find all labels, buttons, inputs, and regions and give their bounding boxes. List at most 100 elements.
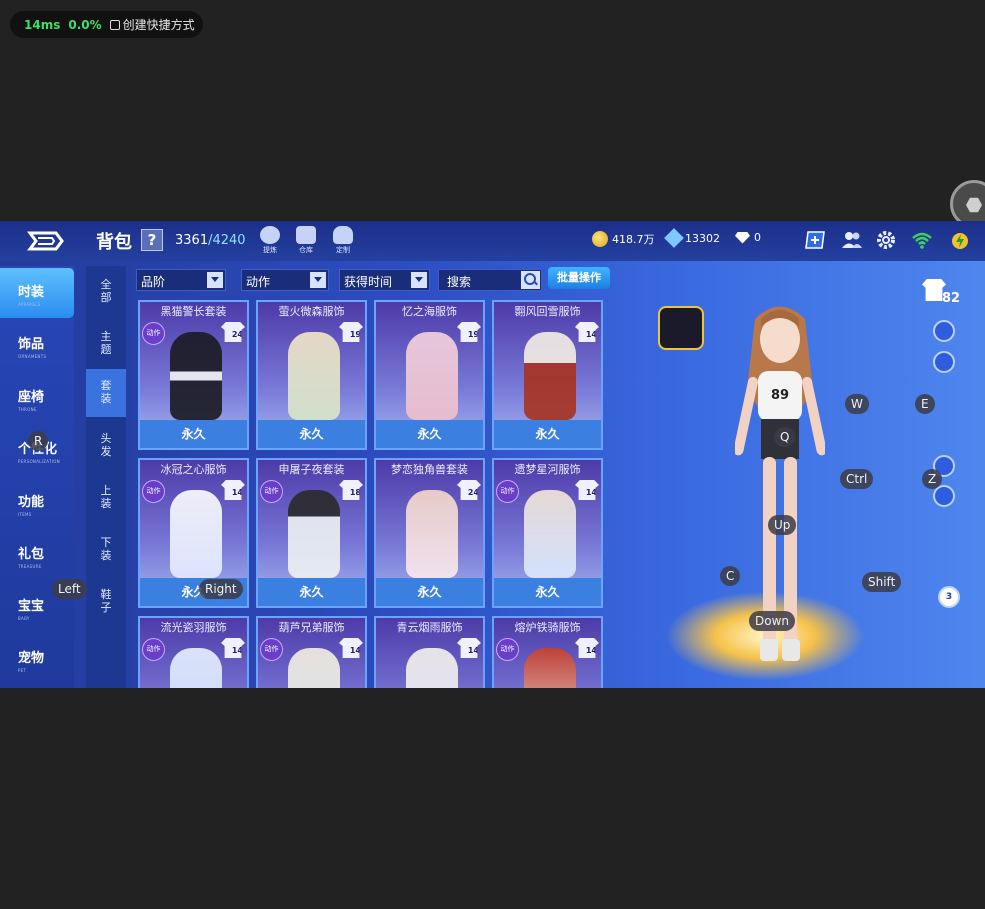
outfit-card[interactable]: 翾风回雪服饰 14 永久 — [492, 300, 603, 450]
outfit-preview — [288, 332, 340, 420]
tab-top[interactable]: 上装 — [99, 484, 113, 524]
pet-cat-avatar[interactable] — [658, 306, 704, 350]
nav-label: 宠物 — [18, 651, 45, 666]
diamond-icon — [735, 231, 750, 244]
outfit-name: 萤火微森服饰 — [278, 305, 345, 318]
nav-item-apparel[interactable]: 时装 APPARELS — [0, 268, 74, 318]
svg-text:89: 89 — [771, 388, 789, 403]
tab-suit[interactable]: 套装 — [86, 369, 126, 417]
shirt-level-icon: 14 — [221, 480, 245, 500]
search-icon[interactable] — [521, 271, 540, 289]
nav-item-treasure[interactable]: 礼包 TREASURE — [0, 530, 74, 580]
outfit-card[interactable]: 申屠子夜套装 动作 18 永久 — [256, 458, 367, 608]
outfit-card[interactable]: 忆之海服饰 19 永久 — [374, 300, 485, 450]
tab-bottom[interactable]: 下装 — [99, 536, 113, 576]
nav-sublabel: ORNAMENTS — [18, 354, 47, 359]
warehouse-icon — [296, 226, 316, 244]
outfit-name: 黑猫警长套装 — [160, 305, 227, 318]
search-input[interactable]: 搜索 — [438, 269, 542, 291]
tab-theme[interactable]: 主题 — [99, 330, 113, 370]
diamonds-display: 0 — [735, 231, 761, 244]
warehouse-button[interactable]: 仓库 — [293, 226, 319, 255]
subcategory-tabs: 全部 主题 套装 头发 上装 下装 鞋子 — [86, 266, 126, 688]
outfit-card[interactable]: 熔炉铁骑服饰 动作 14 — [492, 616, 603, 688]
add-currency-icon[interactable] — [804, 230, 826, 250]
key-label-down: Down — [749, 611, 796, 631]
warehouse-label: 仓库 — [299, 246, 313, 254]
outfit-preview — [406, 648, 458, 688]
game-viewport: 背包 ? 3361/4240 提炼 仓库 定制 418.7万 13302 0 时… — [0, 221, 985, 688]
key-label-up: Up — [768, 515, 797, 535]
capacity-used: 3361 — [175, 233, 209, 248]
shirt-level-icon: 14 — [221, 638, 245, 658]
wardrobe-slot-button[interactable]: 3 — [938, 586, 960, 608]
outfit-card[interactable]: 流光瓷羽服饰 动作 14 — [138, 616, 249, 688]
refine-label: 提炼 — [263, 246, 277, 254]
outfit-preview — [524, 490, 576, 578]
tab-all[interactable]: 全部 — [99, 278, 113, 318]
outfit-preview — [288, 490, 340, 578]
tab-shoes[interactable]: 鞋子 — [99, 588, 113, 628]
outfit-card[interactable]: 葫芦兄弟服饰 动作 14 — [256, 616, 367, 688]
outfit-duration: 永久 — [376, 578, 483, 606]
outfit-name: 葫芦兄弟服饰 — [278, 621, 345, 634]
outfit-card[interactable]: 遗梦星河服饰 动作 14 永久 — [492, 458, 603, 608]
nav-item-ornaments[interactable]: 饰品 ORNAMENTS — [0, 320, 74, 370]
create-shortcut-label: 创建快捷方式 — [122, 18, 195, 32]
action-filter-label: 动作 — [246, 275, 271, 289]
outfit-preview — [406, 332, 458, 420]
nav-label: 饰品 — [18, 337, 45, 352]
help-button[interactable]: ? — [141, 229, 163, 251]
outfit-name: 冰冠之心服饰 — [160, 463, 227, 476]
nav-sublabel: THRONE — [18, 407, 37, 412]
nav-label: 时装 — [18, 285, 45, 300]
outfit-preview — [288, 648, 340, 688]
refine-button[interactable]: 提炼 — [257, 226, 283, 255]
key-label-shift: Shift — [862, 572, 902, 592]
nav-sublabel: ITEMS — [18, 512, 32, 517]
nav-item-items[interactable]: 功能 ITEMS — [0, 478, 74, 528]
key-label-ctrl: Ctrl — [840, 469, 874, 489]
grade-filter-select[interactable]: 品阶 — [136, 269, 226, 291]
wifi-icon — [912, 232, 932, 249]
nav-sublabel: PET — [18, 668, 27, 673]
create-shortcut-button[interactable]: 创建快捷方式 — [109, 16, 195, 33]
page-title: 背包 — [96, 232, 132, 253]
action-badge: 动作 — [142, 480, 165, 503]
outfit-count-badge[interactable]: 82 — [920, 279, 960, 309]
key-label-w: W — [845, 394, 869, 414]
action-badge: 动作 — [142, 638, 165, 661]
key-label-right: Right — [199, 579, 243, 599]
refine-icon — [260, 226, 280, 244]
outfit-card[interactable]: 梦恋独角兽套装 24 永久 — [374, 458, 485, 608]
settings-gear-icon[interactable] — [875, 230, 897, 250]
shirt-level-icon: 18 — [339, 480, 363, 500]
gender-icon[interactable] — [933, 485, 955, 507]
outfit-card[interactable]: 萤火微森服饰 19 永久 — [256, 300, 367, 450]
customize-button[interactable]: 定制 — [330, 226, 356, 255]
action-badge: 动作 — [260, 638, 283, 661]
friends-icon[interactable] — [841, 230, 863, 250]
outfit-card[interactable]: 黑猫警长套装 动作 24 永久 — [138, 300, 249, 450]
nav-sublabel: TREASURE — [18, 564, 42, 569]
nav-item-throne[interactable]: 座椅 THRONE — [0, 373, 74, 423]
shirt-level-icon: 24 — [457, 480, 481, 500]
batch-operation-button[interactable]: 批量操作 — [548, 267, 610, 289]
nav-sublabel: APPARELS — [18, 302, 41, 307]
action-badge: 动作 — [496, 480, 519, 503]
category-sidebar: 时装 APPARELS 饰品 ORNAMENTS 座椅 THRONE 个性化 P… — [0, 266, 74, 688]
outfit-preview — [524, 648, 576, 688]
outfit-duration: 永久 — [376, 420, 483, 448]
top-bar: 背包 ? 3361/4240 提炼 仓库 定制 418.7万 13302 0 — [0, 221, 985, 261]
music-note-icon[interactable] — [933, 351, 955, 373]
outfit-card[interactable]: 青云烟雨服饰 14 — [374, 616, 485, 688]
tab-hair[interactable]: 头发 — [99, 432, 113, 472]
car-icon[interactable] — [933, 320, 955, 342]
action-filter-select[interactable]: 动作 — [241, 269, 329, 291]
performance-overlay: 14ms 0.0% 创建快捷方式 — [10, 11, 203, 38]
outfit-name: 熔炉铁骑服饰 — [514, 621, 581, 634]
time-filter-select[interactable]: 获得时间 — [339, 269, 430, 291]
nav-item-pet[interactable]: 宠物 PET — [0, 634, 74, 684]
grade-filter-label: 品阶 — [141, 275, 166, 289]
nav-label: 座椅 — [18, 390, 45, 405]
